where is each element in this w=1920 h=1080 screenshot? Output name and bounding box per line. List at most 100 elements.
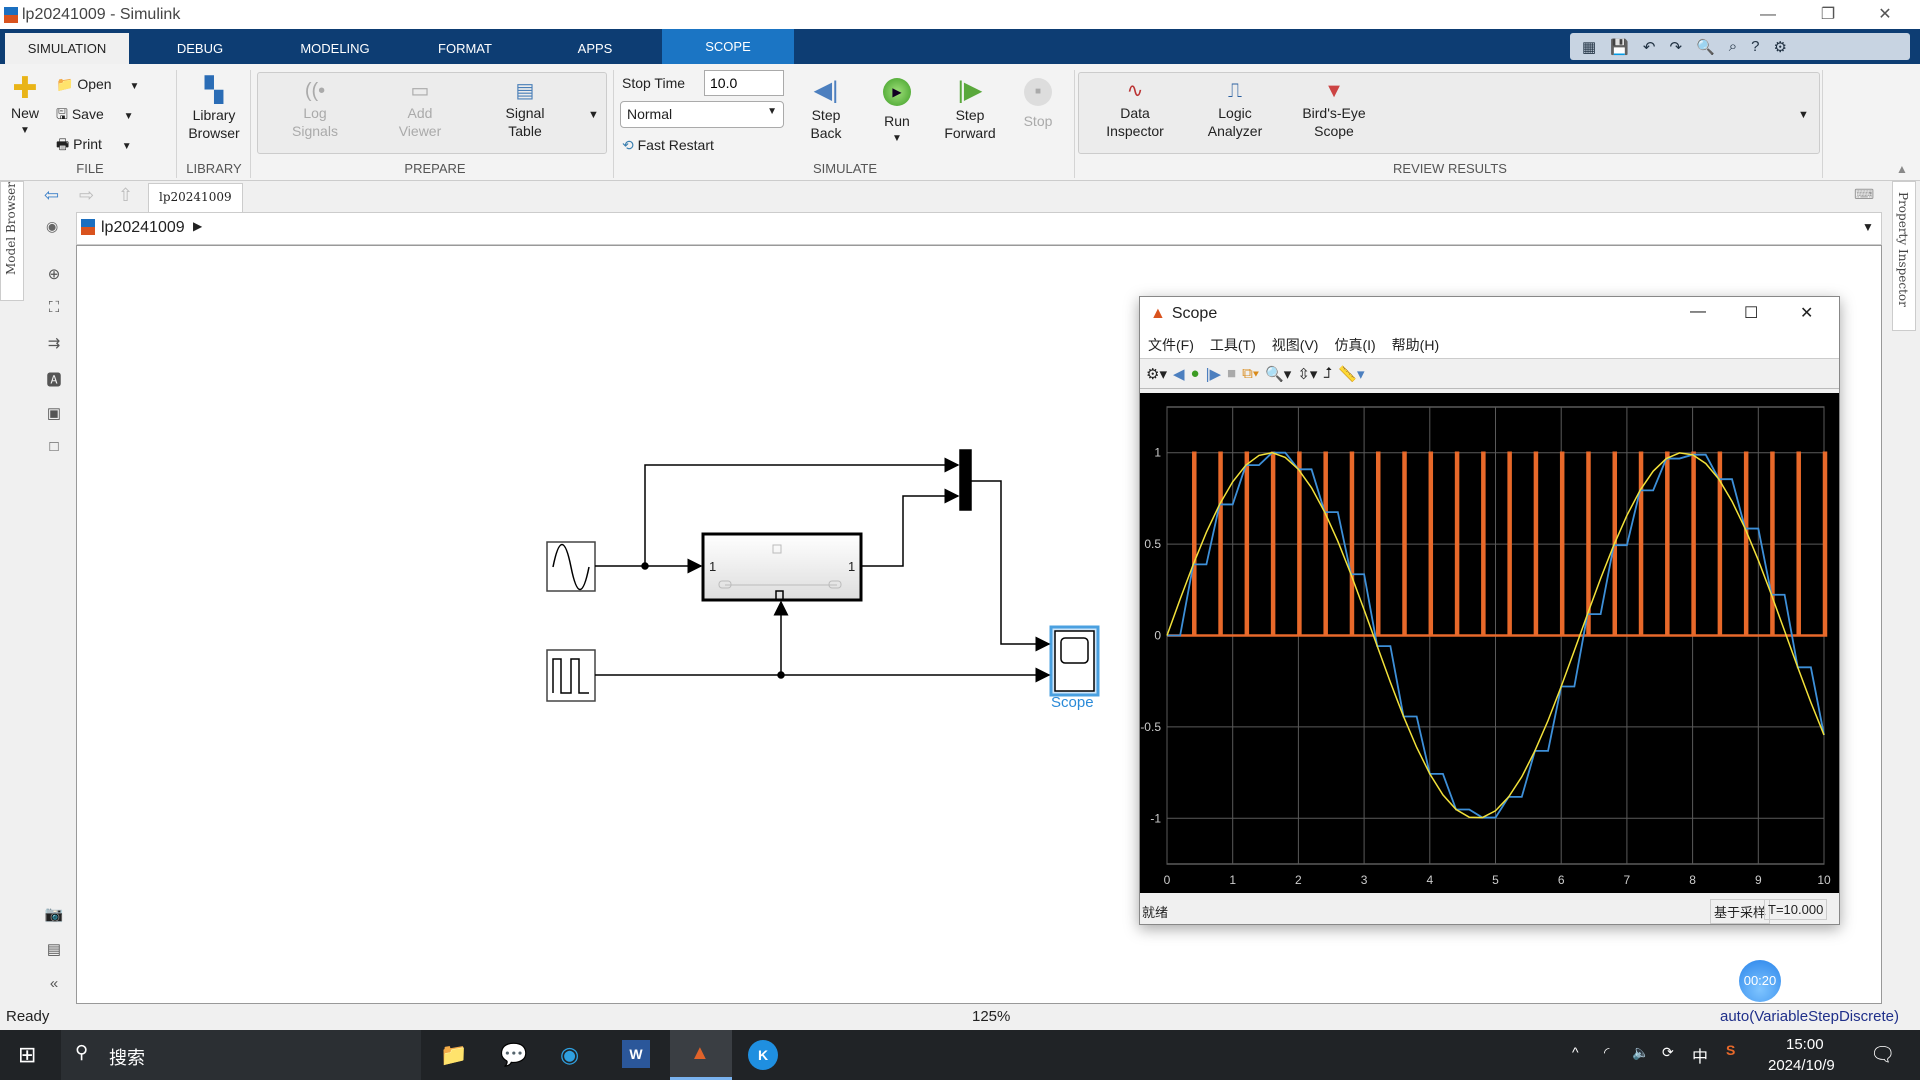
ime-indicator[interactable]: 中 <box>1692 1043 1708 1067</box>
matlab-taskbar-button[interactable]: ▲ <box>670 1030 732 1080</box>
search-icon[interactable]: 🔍 <box>1696 38 1715 56</box>
print-button[interactable]: 🖶 Print ▼ <box>56 135 132 156</box>
settings-icon[interactable]: ⚙ <box>1773 38 1786 56</box>
model-tab[interactable]: lp20241009 <box>148 183 243 212</box>
scope-plot[interactable]: 0 1 2 3 4 5 6 7 8 9 10 1 0.5 0 -0.5 -1 <box>1140 393 1839 893</box>
stop-icon[interactable]: ■ <box>1227 365 1236 382</box>
word-icon[interactable]: W <box>622 1040 650 1068</box>
tab-format[interactable]: FORMAT <box>425 33 505 64</box>
scope-block-label[interactable]: Scope <box>1051 694 1094 711</box>
file-explorer-icon[interactable]: 📁 <box>440 1042 467 1068</box>
edge-icon[interactable]: ◉ <box>560 1042 579 1068</box>
signal-line[interactable] <box>861 488 960 567</box>
back-icon[interactable]: ⇦ <box>44 185 59 206</box>
data-inspector-button[interactable]: ∿ Data Inspector <box>1095 78 1175 140</box>
wechat-icon[interactable]: 💬 <box>500 1042 527 1068</box>
mux-block[interactable] <box>959 449 972 511</box>
minimize-button[interactable]: — <box>1745 0 1791 29</box>
triggers-icon[interactable]: ⧉▾ <box>1242 365 1259 382</box>
library-browser-button[interactable]: ▚ Library Browser <box>184 76 244 142</box>
log-signals-button[interactable]: ((• Log Signals <box>285 78 345 140</box>
notification-icon[interactable]: 🗨 <box>1870 1042 1895 1067</box>
signal-arrows-icon[interactable]: ⇉ <box>44 334 64 354</box>
sample-hold-subsystem-block[interactable] <box>701 532 863 602</box>
fast-restart-button[interactable]: ⟲ Fast Restart <box>622 136 714 154</box>
menu-simulation[interactable]: 仿真(I) <box>1334 335 1375 355</box>
taskbar-search[interactable]: ⚲ 搜索 <box>61 1030 421 1080</box>
sync-icon[interactable]: ⟳ <box>1662 1044 1674 1061</box>
layout-icon[interactable]: ▦ <box>1582 38 1596 56</box>
wifi-icon[interactable]: ◜ <box>1604 1044 1609 1061</box>
menu-tools[interactable]: 工具(T) <box>1210 335 1256 355</box>
clock-date[interactable]: 2024/10/9 <box>1768 1057 1835 1074</box>
tab-modeling[interactable]: MODELING <box>285 33 385 64</box>
forward-icon[interactable]: ⇨ <box>79 185 94 206</box>
breadcrumb-arrow-icon[interactable]: ▶ <box>193 219 202 233</box>
find-icon[interactable]: ⌕ <box>1729 38 1737 55</box>
simulation-mode-select[interactable]: Normal ▼ <box>620 101 784 128</box>
redo-icon[interactable]: ↷ <box>1669 38 1682 56</box>
show-hidden-icons[interactable]: ^ <box>1572 1044 1579 1060</box>
save-icon[interactable]: 💾 <box>1610 38 1629 56</box>
measurement-icon[interactable]: 📏▾ <box>1338 365 1364 383</box>
step-forward-icon[interactable]: |▶ <box>1206 365 1221 383</box>
scope-close-button[interactable]: ✕ <box>1800 303 1813 323</box>
stop-time-input[interactable] <box>704 70 784 96</box>
new-button[interactable]: ✚ New ▼ <box>8 74 42 140</box>
step-forward-button[interactable]: |▶ Step Forward <box>940 76 1000 142</box>
signal-line[interactable] <box>971 480 1051 652</box>
scale-axes-icon[interactable]: ⇳▾ <box>1297 365 1317 383</box>
pulse-generator-block[interactable] <box>546 649 596 702</box>
scope-minimize-button[interactable]: — <box>1690 303 1706 321</box>
signal-table-button[interactable]: ▤ Signal Table <box>495 78 555 140</box>
birds-eye-scope-button[interactable]: ▼ Bird's-Eye Scope <box>1294 78 1374 140</box>
close-button[interactable]: ✕ <box>1862 0 1908 29</box>
image-icon[interactable]: ▣ <box>44 404 64 424</box>
step-back-icon[interactable]: ◀ <box>1173 365 1185 383</box>
settings-icon[interactable]: ⚙▾ <box>1146 365 1167 383</box>
add-viewer-button[interactable]: ▭ Add Viewer <box>390 78 450 140</box>
menu-view[interactable]: 视图(V) <box>1272 335 1319 355</box>
up-icon[interactable]: ⇧ <box>118 185 133 206</box>
property-icon[interactable]: ▤ <box>44 940 64 960</box>
scope-maximize-button[interactable]: ☐ <box>1744 303 1758 323</box>
volume-icon[interactable]: 🔈 <box>1632 1044 1649 1061</box>
review-expand-button[interactable]: ▼ <box>1798 106 1809 124</box>
camera-icon[interactable]: 📷 <box>44 905 64 925</box>
undo-icon[interactable]: ↶ <box>1643 38 1656 56</box>
scope-block[interactable] <box>1049 625 1100 697</box>
highlight-icon[interactable]: ⮥ <box>1323 365 1332 382</box>
k-app-icon[interactable]: K <box>748 1040 778 1070</box>
zoom-icon[interactable]: ⊕ <box>44 265 64 285</box>
area-icon[interactable]: □ <box>44 438 64 458</box>
property-inspector-strip[interactable]: Property Inspector <box>1892 181 1916 331</box>
fit-view-icon[interactable]: ⛶ <box>44 299 64 319</box>
restore-button[interactable]: ❐ <box>1805 0 1851 29</box>
tab-debug[interactable]: DEBUG <box>160 33 240 64</box>
hide-explorer-icon[interactable]: ◉ <box>46 218 58 235</box>
tab-apps[interactable]: APPS <box>560 33 630 64</box>
collapse-ribbon-button[interactable]: ▲ <box>1896 160 1908 178</box>
tab-simulation[interactable]: SIMULATION <box>5 33 129 64</box>
collapse-palette-icon[interactable]: « <box>44 975 64 995</box>
logic-analyzer-button[interactable]: ⎍ Logic Analyzer <box>1195 78 1275 140</box>
model-browser-strip[interactable]: Model Browser <box>0 181 24 301</box>
prepare-expand-button[interactable]: ▼ <box>588 106 599 124</box>
run-icon[interactable]: ● <box>1191 365 1200 382</box>
status-solver[interactable]: auto(VariableStepDiscrete) <box>1720 1008 1899 1025</box>
windows-start-icon[interactable]: ⊞ <box>18 1042 36 1068</box>
menu-file[interactable]: 文件(F) <box>1148 335 1194 355</box>
tab-scope[interactable]: SCOPE <box>662 29 794 64</box>
annotation-icon[interactable]: 🅰 <box>44 369 64 389</box>
menu-help[interactable]: 帮助(H) <box>1392 335 1439 355</box>
open-button[interactable]: 📁 Open ▼ <box>56 75 139 96</box>
step-back-button[interactable]: ◀| Step Back <box>800 76 852 142</box>
stop-button[interactable]: ■ Stop <box>1018 76 1058 130</box>
run-button[interactable]: ▶ Run ▼ <box>873 76 921 148</box>
keyboard-icon[interactable]: ⌨ <box>1854 186 1874 203</box>
sine-wave-block[interactable] <box>546 541 596 592</box>
address-dropdown-icon[interactable]: ▼ <box>1862 220 1874 234</box>
sogou-icon[interactable]: S <box>1726 1042 1735 1058</box>
breadcrumb[interactable]: lp20241009 <box>101 219 185 237</box>
recording-timer[interactable]: 00:20 <box>1739 960 1781 1002</box>
